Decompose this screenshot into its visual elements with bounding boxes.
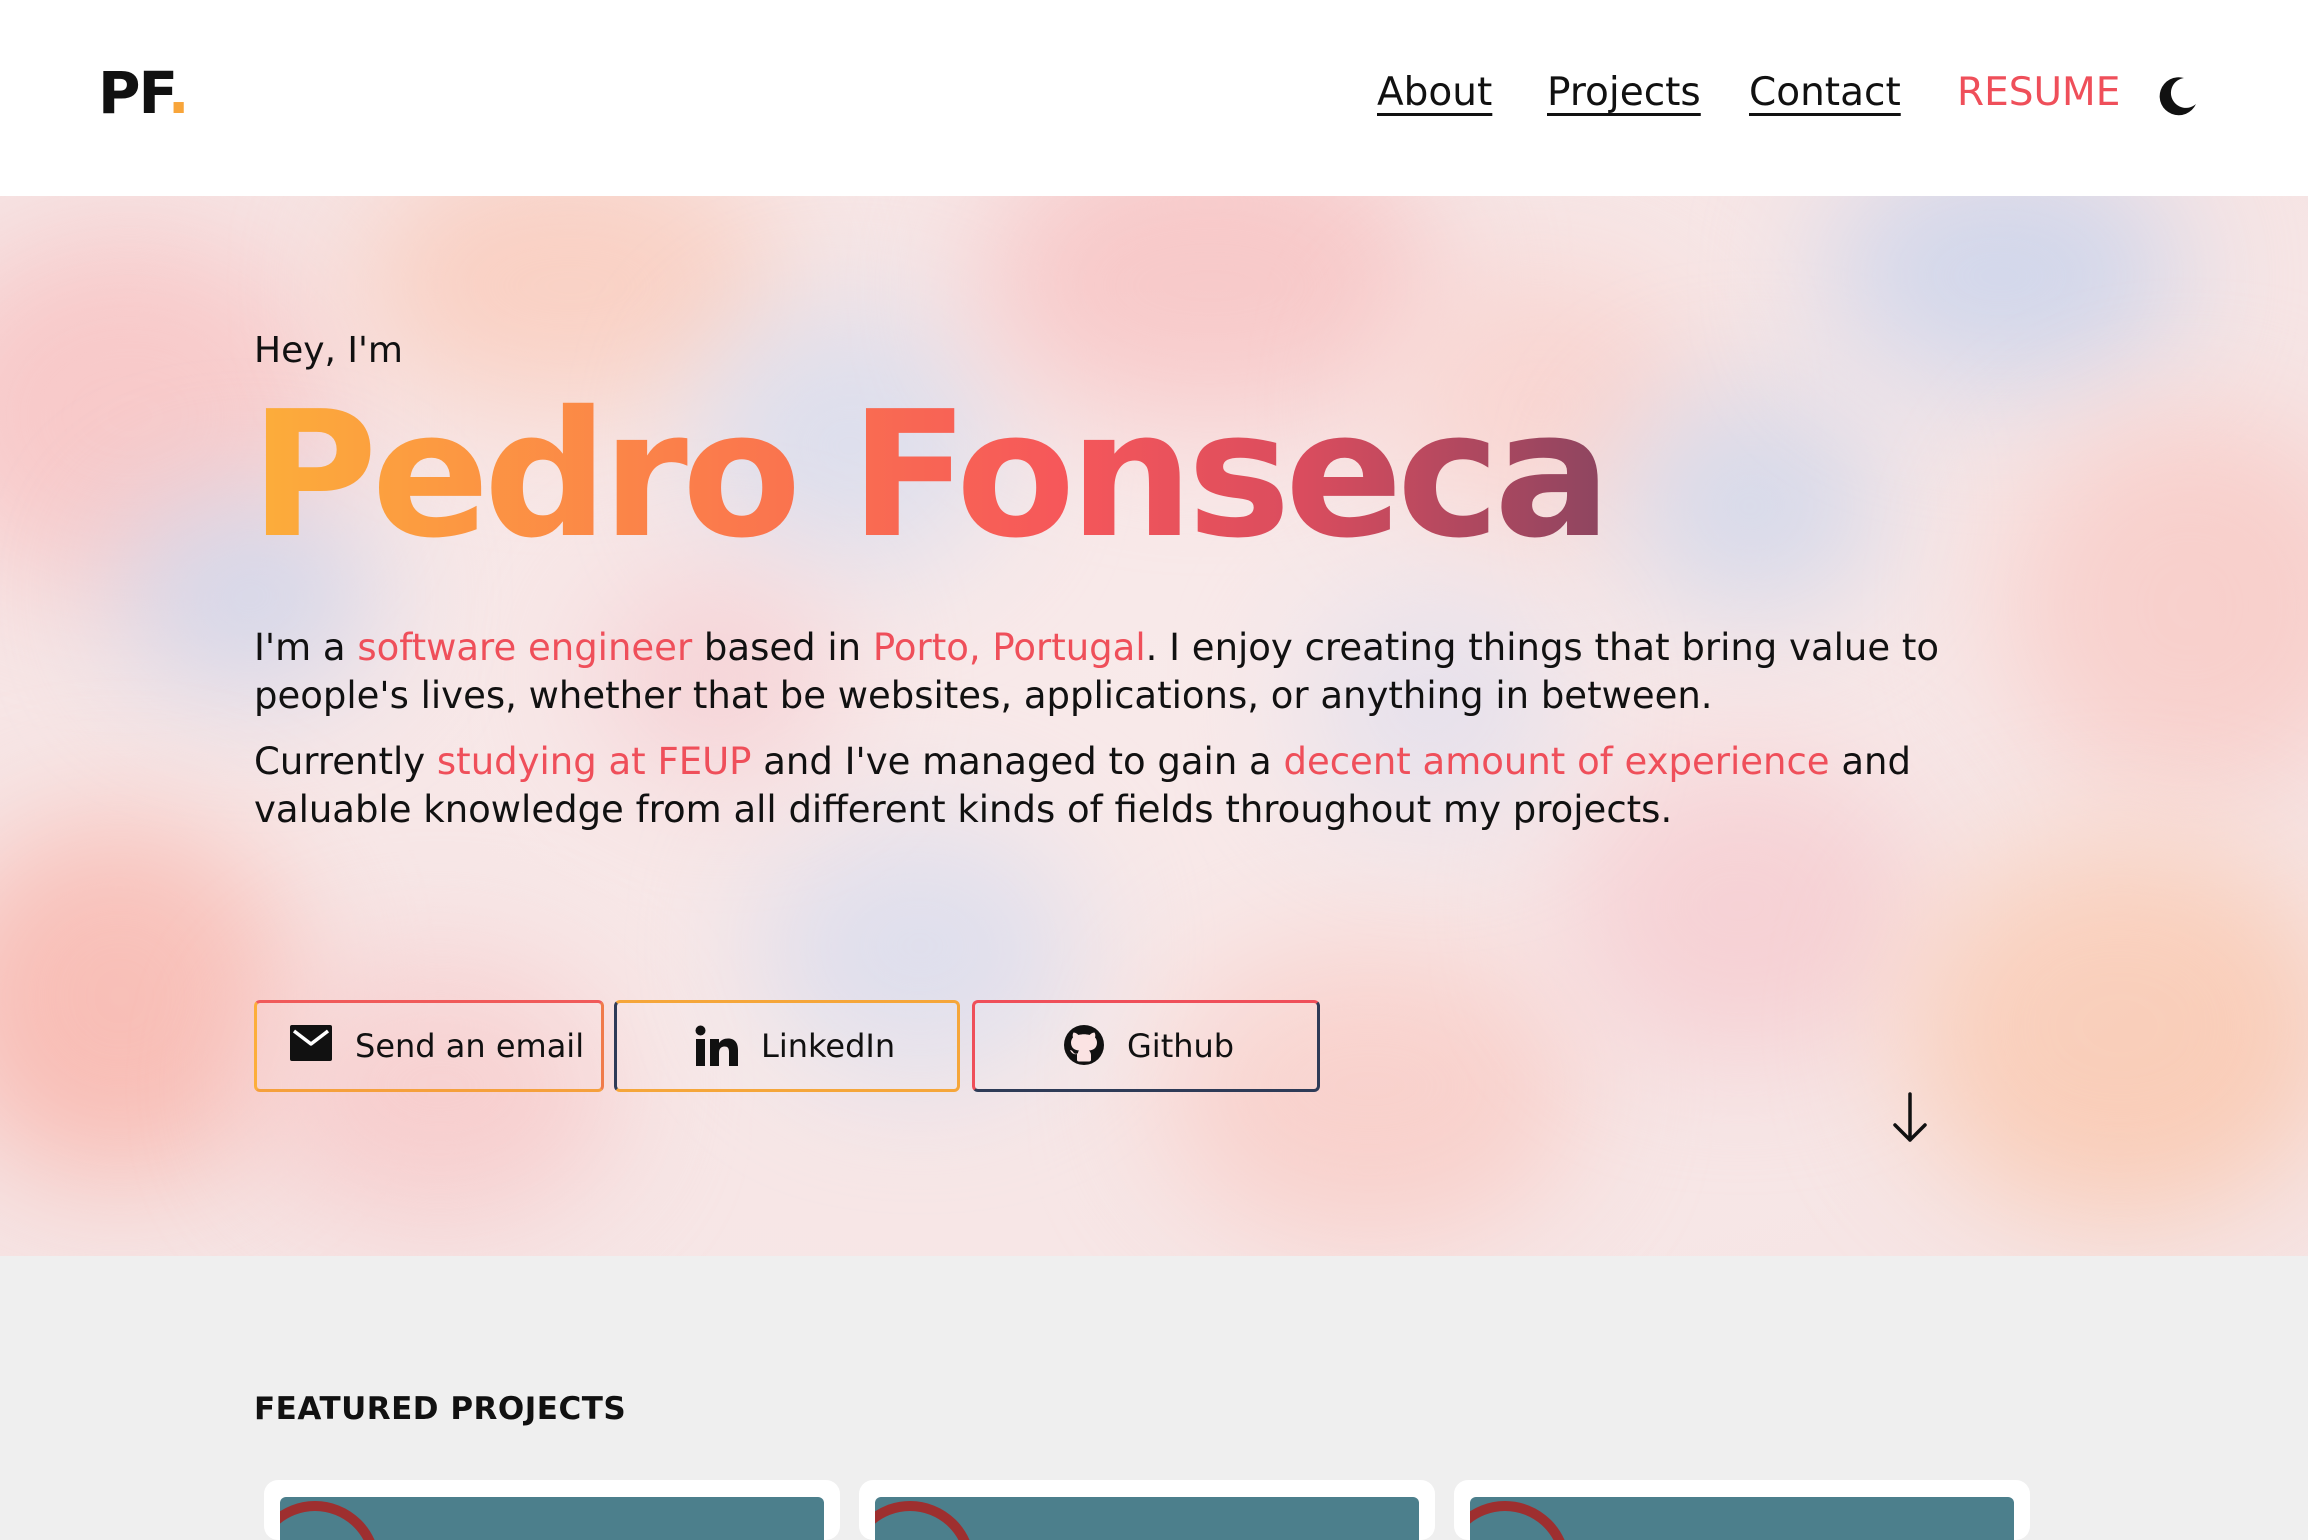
project-thumbnail xyxy=(280,1497,824,1540)
hero-intro-paragraph-2: Currently studying at FEUP and I've mana… xyxy=(254,738,2074,834)
linkedin-label: LinkedIn xyxy=(761,1027,896,1065)
hero-section: Hey, I'm Pedro Fonseca I'm a software en… xyxy=(0,196,2308,1256)
moon-icon[interactable] xyxy=(2154,74,2200,120)
nav-link-about[interactable]: About xyxy=(1377,66,1492,120)
logo-dot: . xyxy=(167,59,190,127)
project-card[interactable] xyxy=(1454,1480,2030,1540)
arrow-down-icon[interactable] xyxy=(1890,1092,1930,1144)
highlight-experience[interactable]: decent amount of experience xyxy=(1283,740,1829,783)
intro-text: and I've managed to gain a xyxy=(751,740,1284,783)
featured-projects-heading: FEATURED PROJECTS xyxy=(254,1391,627,1427)
nav-link-contact[interactable]: Contact xyxy=(1749,66,1901,120)
site-logo[interactable]: PF. xyxy=(98,58,190,128)
highlight-location: Porto, Portugal xyxy=(872,626,1146,669)
site-header: PF. About Projects Contact RESUME xyxy=(0,0,2308,196)
send-email-button[interactable]: Send an email xyxy=(254,1000,604,1092)
intro-text: I'm a xyxy=(254,626,358,669)
hero-intro-paragraph-1: I'm a software engineer based in Porto, … xyxy=(254,624,2074,720)
linkedin-icon xyxy=(695,1025,739,1075)
github-icon xyxy=(1063,1024,1105,1074)
logo-text: PF xyxy=(98,59,170,127)
project-thumbnail xyxy=(1470,1497,2014,1540)
github-button[interactable]: Github xyxy=(972,1000,1320,1092)
highlight-studying-feup[interactable]: studying at FEUP xyxy=(437,740,752,783)
intro-text: based in xyxy=(692,626,873,669)
github-label: Github xyxy=(1127,1027,1235,1065)
hero-name: Pedro Fonseca xyxy=(250,356,1611,596)
nav-link-projects[interactable]: Projects xyxy=(1547,66,1701,120)
project-card[interactable] xyxy=(859,1480,1435,1540)
project-thumbnail xyxy=(875,1497,1419,1540)
nav-link-resume[interactable]: RESUME xyxy=(1957,66,2120,120)
highlight-software-engineer: software engineer xyxy=(357,626,693,669)
intro-text: Currently xyxy=(254,740,437,783)
mail-icon xyxy=(289,1024,333,1070)
linkedin-button[interactable]: LinkedIn xyxy=(614,1000,960,1092)
send-email-label: Send an email xyxy=(355,1027,585,1065)
project-card[interactable] xyxy=(264,1480,840,1540)
